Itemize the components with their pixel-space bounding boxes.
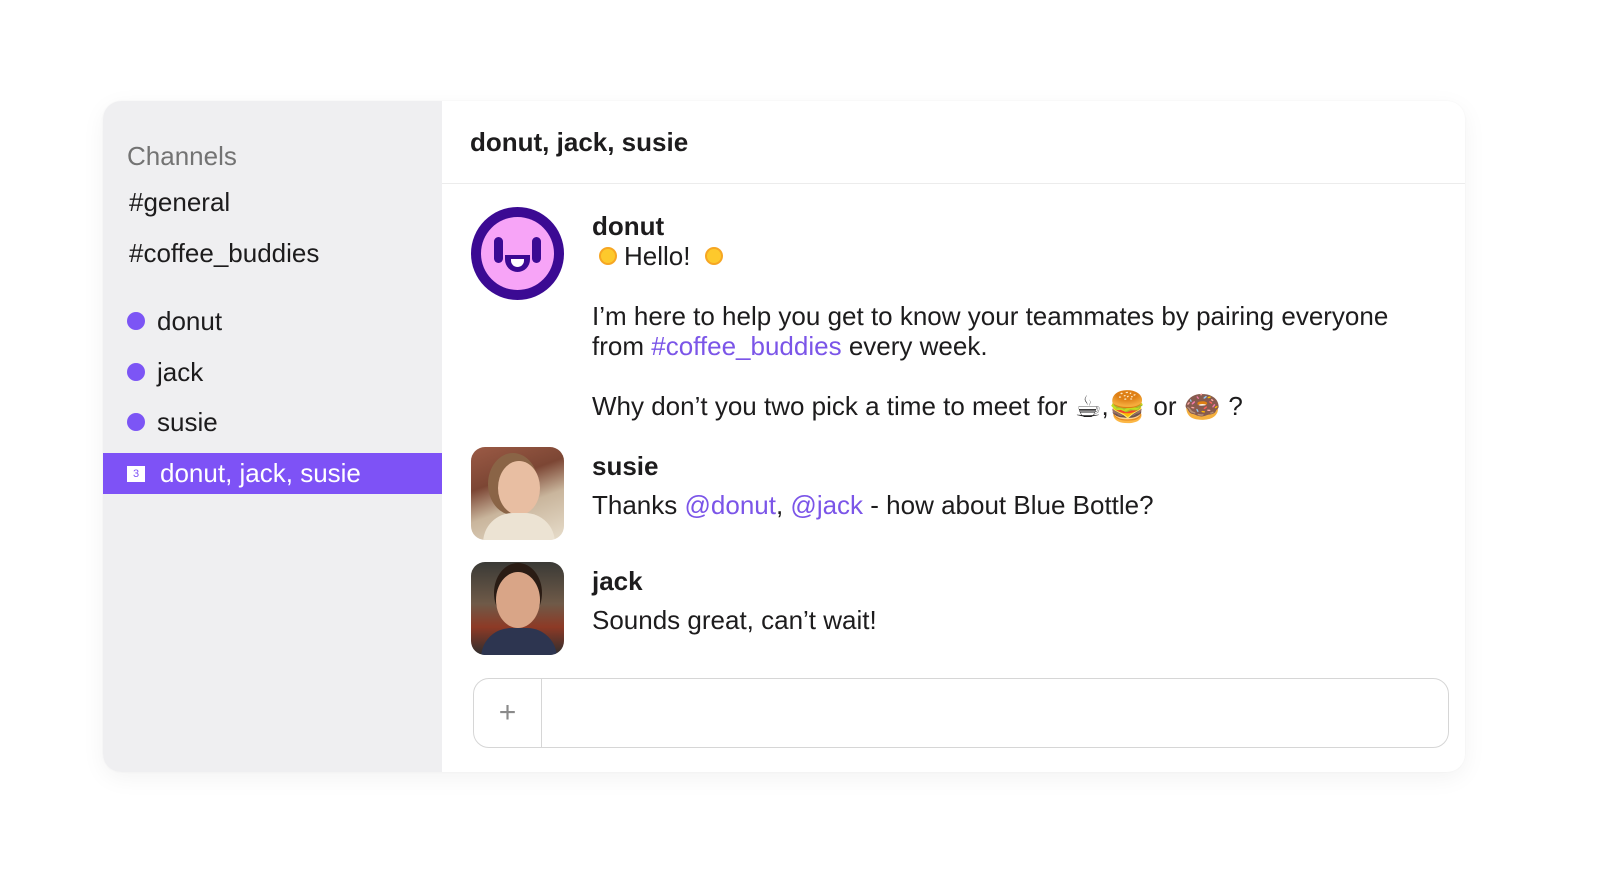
presence-dot-icon [127,363,145,381]
jack-avatar[interactable] [471,562,564,655]
question-line: Why don’t you two pick a time to meet fo… [592,391,1388,423]
conversation-title: donut, jack, susie [442,101,1465,184]
intro-text: I’m here to help you get to know your te… [592,301,1389,331]
question-text: Why don’t you two pick a time to meet fo… [592,391,1075,421]
message-author[interactable]: donut [592,211,1388,241]
group-dm-label: donut, jack, susie [160,458,361,488]
burger-emoji-icon: 🍔 [1108,391,1147,425]
group-dm-donut-jack-susie[interactable]: 3 donut, jack, susie [103,453,442,494]
message-text-part: , [775,490,791,520]
coffee-emoji-icon: ☕ [1074,391,1102,425]
dm-label: susie [157,406,218,437]
member-count-badge: 3 [127,465,145,482]
dm-susie[interactable]: susie [127,404,218,440]
channel-coffee-buddies[interactable]: #coffee_buddies [129,238,319,269]
donut-avatar[interactable] [471,207,564,300]
channel-general[interactable]: #general [129,187,230,218]
greeting-text: Hello! [624,241,691,271]
sun-emoji-icon [594,239,622,270]
message-composer: + [473,678,1449,748]
channels-section-label: Channels [127,141,237,171]
intro-text: every week. [841,331,988,361]
smiley-face-icon [481,217,554,290]
presence-dot-icon [127,312,145,330]
message-text: Sounds great, can’t wait! [592,605,877,635]
message-input[interactable] [542,679,1448,747]
conversation-pane: donut, jack, susie donut Hello! I’m here… [442,101,1465,772]
sun-emoji-icon [700,239,728,270]
plus-icon: + [498,696,517,729]
donut-emoji-icon: 🍩 [1183,391,1222,425]
add-attachment-button[interactable]: + [474,679,542,747]
message-author[interactable]: susie [592,451,1154,481]
message-text: Thanks @donut, @jack - how about Blue Bo… [592,490,1154,520]
separator-text: or [1153,391,1177,421]
dm-donut[interactable]: donut [127,303,222,339]
dm-label: donut [157,305,223,336]
dm-label: jack [157,356,204,387]
susie-avatar[interactable] [471,447,564,540]
separator-text: , [1101,391,1109,421]
mention-donut[interactable]: @donut [685,490,776,520]
mention-jack[interactable]: @jack [790,490,863,520]
message-jack: jack Sounds great, can’t wait! [471,562,877,655]
message-text-part: - how about Blue Bottle? [863,490,1154,520]
message-susie: susie Thanks @donut, @jack - how about B… [471,447,1154,540]
message-text-part: Thanks [592,490,685,520]
channel-link-coffee-buddies[interactable]: #coffee_buddies [651,331,841,361]
sidebar: Channels #general #coffee_buddies donut … [103,101,442,772]
dm-jack[interactable]: jack [127,354,203,390]
greeting-line: Hello! [592,239,1388,271]
question-end: ? [1221,391,1243,421]
intro-paragraph: I’m here to help you get to know your te… [592,301,1388,361]
intro-text: from [592,331,652,361]
chat-app-window: Channels #general #coffee_buddies donut … [103,101,1465,772]
message-author[interactable]: jack [592,566,877,596]
presence-dot-icon [127,413,145,431]
message-donut: donut Hello! I’m here to help you get to… [471,207,1388,423]
